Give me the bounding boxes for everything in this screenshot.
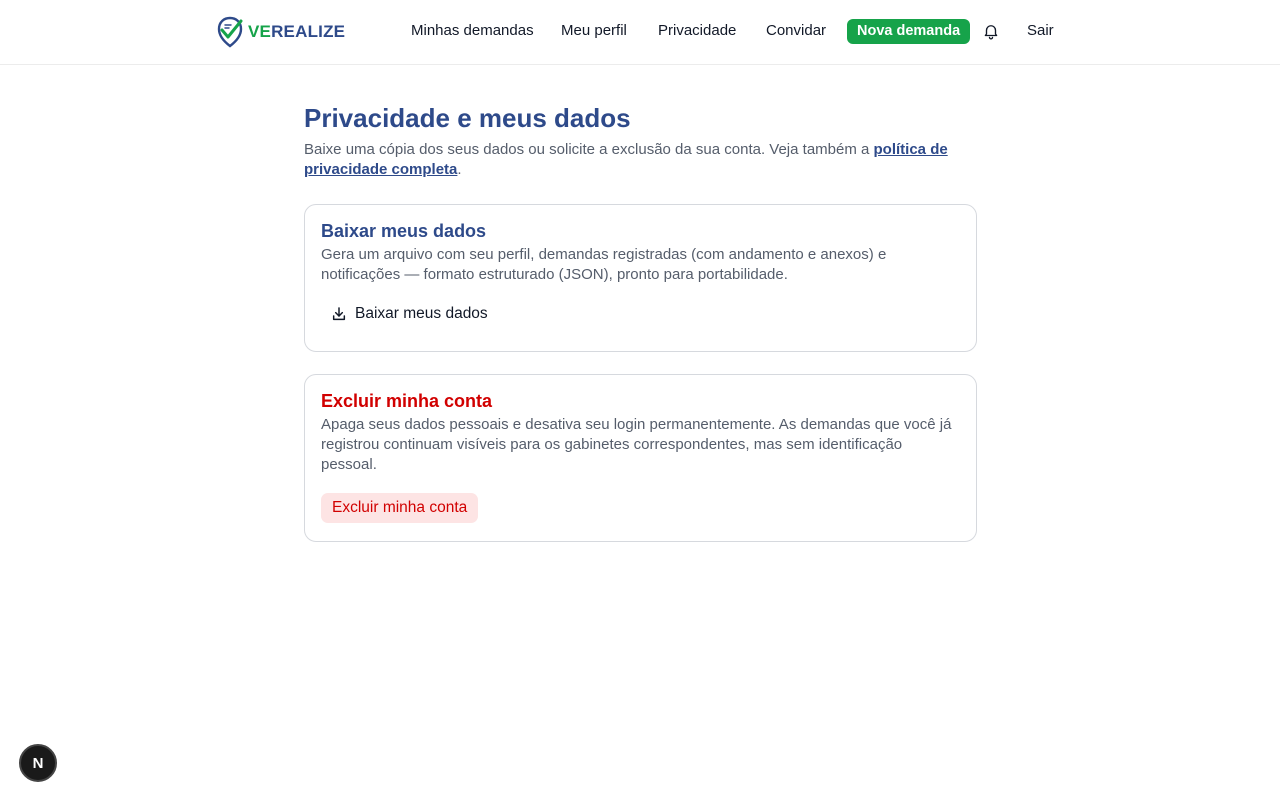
dev-tools-badge[interactable]: N <box>19 744 57 782</box>
check-shield-logo-icon <box>217 16 243 48</box>
delete-account-button[interactable]: Excluir minha conta <box>321 493 479 523</box>
nav-my-requests[interactable]: Minhas demandas <box>411 18 534 44</box>
page-title: Privacidade e meus dados <box>304 103 631 133</box>
export-card-title: Baixar meus dados <box>321 221 487 241</box>
delete-account-card: Excluir minha conta Apaga seus dados pes… <box>304 374 977 542</box>
download-icon <box>332 307 346 321</box>
download-data-button[interactable]: Baixar meus dados <box>331 305 488 323</box>
export-card-description: Gera um arquivo com seu perfil, demandas… <box>321 246 887 283</box>
page-description: Baixe uma cópia dos seus dados ou solici… <box>304 141 948 178</box>
privacy-page-content: Privacidade e meus dados Baixe uma cópia… <box>304 100 977 542</box>
nav-privacy[interactable]: Privacidade <box>658 18 736 44</box>
delete-card-title: Excluir minha conta <box>321 391 493 411</box>
delete-card-description: Apaga seus dados pessoais e desativa seu… <box>321 416 952 473</box>
top-navigation-bar: VEREALIZE Minhas demandas Meu perfil Pri… <box>0 0 1280 65</box>
bell-icon[interactable] <box>982 22 1000 40</box>
download-button-label: Baixar meus dados <box>355 305 488 322</box>
new-request-button[interactable]: Nova demanda <box>847 19 971 44</box>
export-data-card: Baixar meus dados Gera um arquivo com se… <box>304 204 977 352</box>
verealize-logo[interactable]: VEREALIZE <box>216 16 345 48</box>
logout-link[interactable]: Sair <box>1027 18 1054 44</box>
nav-invite[interactable]: Convidar <box>766 18 826 44</box>
nav-my-profile[interactable]: Meu perfil <box>561 18 627 44</box>
logo-wordmark: VEREALIZE <box>248 22 346 41</box>
